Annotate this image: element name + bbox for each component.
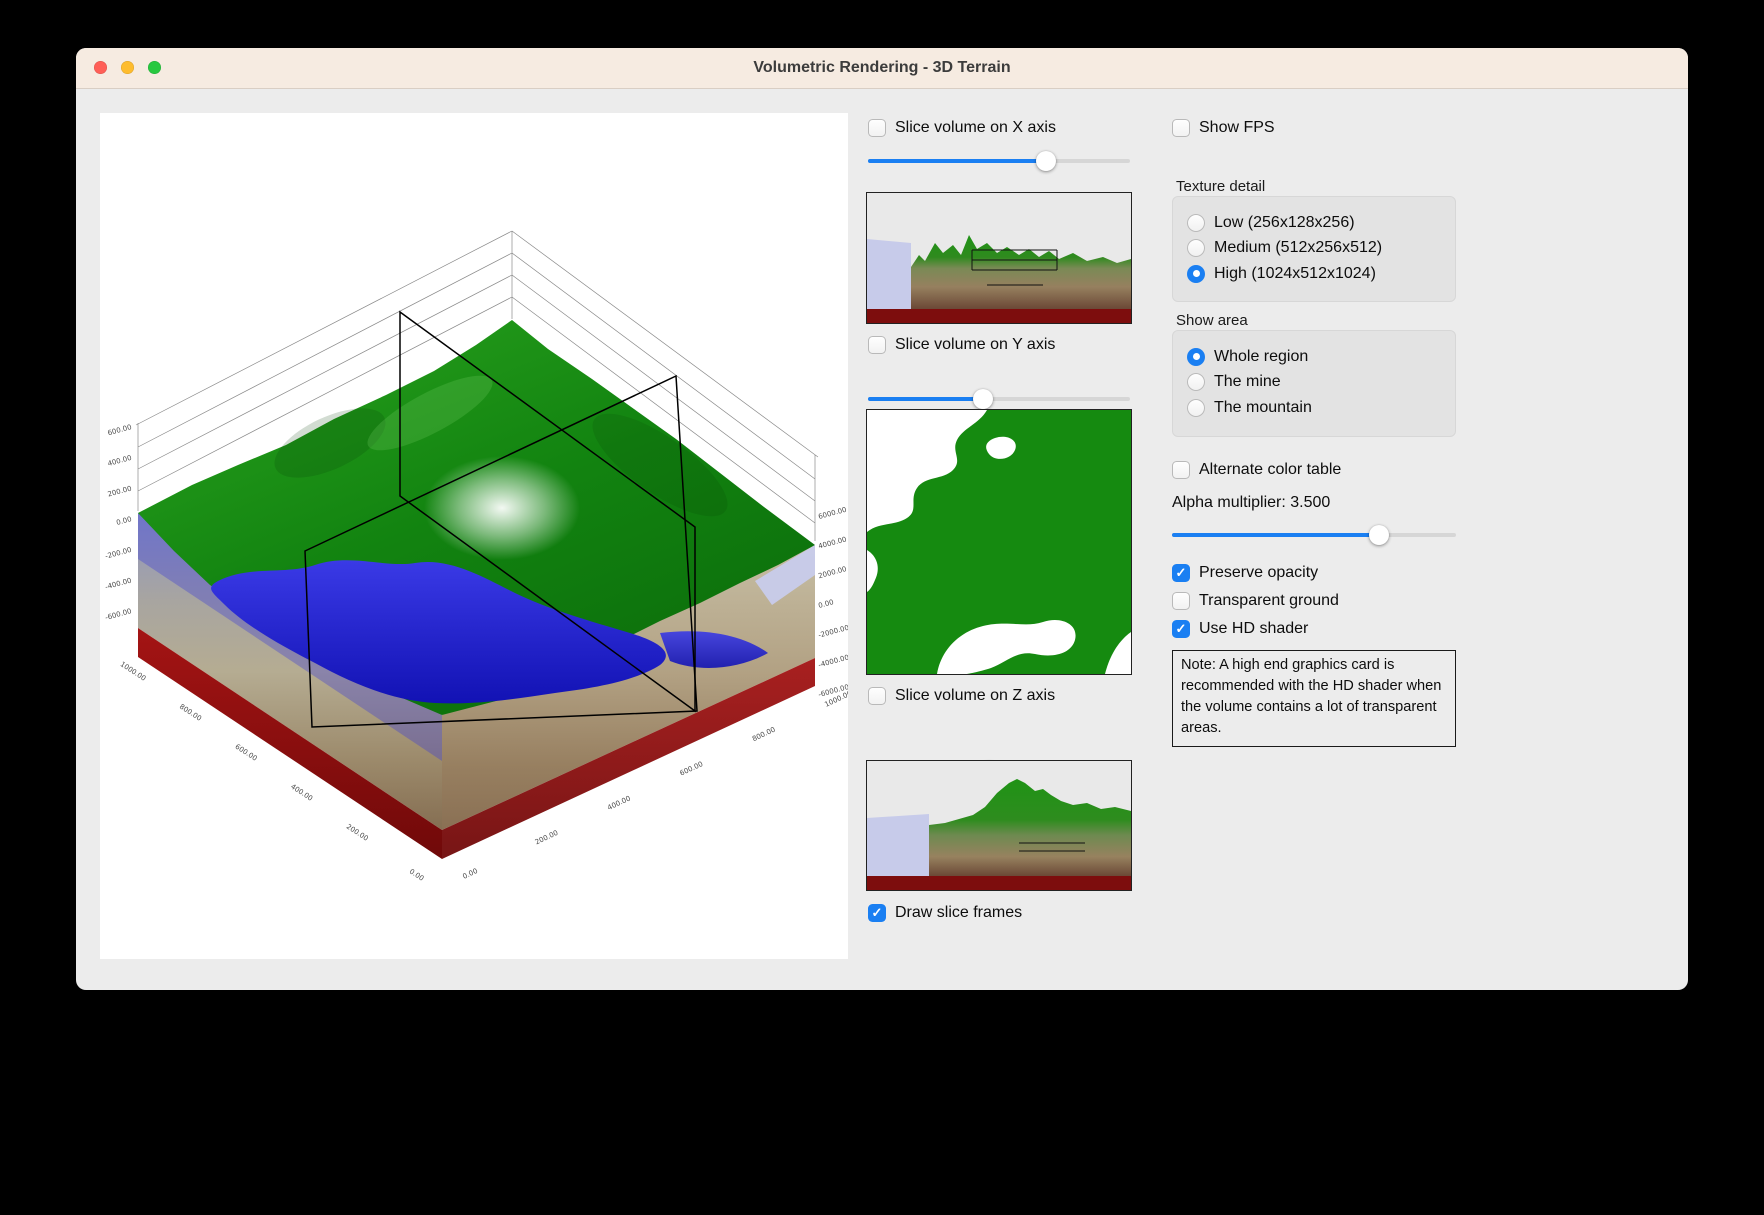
area-option-whole-region: Whole region [1187, 344, 1455, 370]
texture-low-label: Low (256x128x256) [1214, 214, 1355, 232]
preserve-opacity-row: Preserve opacity [1172, 561, 1318, 585]
slice-y-slider[interactable] [868, 389, 1130, 409]
svg-text:800.00: 800.00 [178, 703, 203, 723]
draw-slice-frames-checkbox[interactable] [868, 904, 886, 922]
svg-text:400.00: 400.00 [606, 794, 632, 812]
texture-detail-group: Low (256x128x256) Medium (512x256x512) H… [1172, 196, 1456, 302]
terrain-3d-view[interactable]: 600.00 400.00 200.00 0.00 -200.00 -400.00 -600… [100, 113, 848, 959]
use-hd-shader-row: Use HD shader [1172, 617, 1308, 641]
hd-shader-note: Note: A high end graphics card is recomm… [1172, 650, 1456, 747]
slice-z-label: Slice volume on Z axis [895, 687, 1055, 705]
svg-text:400.00: 400.00 [289, 783, 314, 803]
area-the-mountain-radio[interactable] [1187, 399, 1205, 417]
svg-text:-2000.00: -2000.00 [817, 624, 848, 640]
texture-high-label: High (1024x512x1024) [1214, 265, 1376, 283]
slice-y-label: Slice volume on Y axis [895, 336, 1055, 354]
slice-x-label: Slice volume on X axis [895, 119, 1056, 137]
slider-fill [868, 397, 983, 401]
alternate-color-table-checkbox[interactable] [1172, 461, 1190, 479]
options-column: Show FPS Texture detail Low (256x128x256… [1172, 48, 1456, 68]
svg-text:600.00: 600.00 [234, 743, 259, 763]
close-button[interactable] [94, 61, 107, 74]
svg-text:-600.00: -600.00 [104, 607, 132, 622]
show-fps-row: Show FPS [1172, 116, 1275, 140]
slider-thumb[interactable] [1369, 525, 1389, 545]
slider-fill [1172, 533, 1379, 537]
y-slice-preview [866, 409, 1132, 675]
use-hd-shader-label: Use HD shader [1199, 620, 1308, 638]
alternate-color-table-label: Alternate color table [1199, 461, 1341, 479]
transparent-ground-label: Transparent ground [1199, 592, 1339, 610]
svg-text:-4000.00: -4000.00 [817, 653, 848, 669]
slice-x-checkbox[interactable] [868, 119, 886, 137]
svg-text:0.00: 0.00 [115, 515, 132, 527]
svg-text:200.00: 200.00 [534, 829, 560, 847]
svg-text:600.00: 600.00 [107, 423, 133, 437]
svg-text:200.00: 200.00 [345, 823, 370, 843]
svg-text:0.00: 0.00 [461, 867, 479, 881]
texture-option-medium: Medium (512x256x512) [1187, 236, 1455, 262]
area-whole-region-label: Whole region [1214, 348, 1308, 366]
slice-z-checkbox[interactable] [868, 687, 886, 705]
svg-text:4000.00: 4000.00 [817, 535, 847, 550]
slice-controls-column: Slice volume on X axis [866, 48, 1132, 108]
alpha-multiplier-slider[interactable] [1172, 525, 1456, 545]
area-option-the-mine: The mine [1187, 370, 1455, 396]
alpha-multiplier-label: Alpha multiplier: 3.500 [1172, 494, 1330, 512]
svg-text:2000.00: 2000.00 [817, 565, 847, 580]
area-option-the-mountain: The mountain [1187, 395, 1455, 421]
svg-text:1000.00: 1000.00 [119, 660, 148, 682]
texture-low-radio[interactable] [1187, 214, 1205, 232]
texture-option-low: Low (256x128x256) [1187, 210, 1455, 236]
slider-thumb[interactable] [973, 389, 993, 409]
texture-high-radio[interactable] [1187, 265, 1205, 283]
svg-text:6000.00: 6000.00 [817, 506, 847, 521]
slider-fill [868, 159, 1046, 163]
area-the-mountain-label: The mountain [1214, 399, 1312, 417]
texture-option-high: High (1024x512x1024) [1187, 261, 1455, 287]
show-area-title: Show area [1176, 312, 1248, 329]
use-hd-shader-checkbox[interactable] [1172, 620, 1190, 638]
svg-text:800.00: 800.00 [751, 726, 777, 744]
slice-x-slider[interactable] [868, 151, 1130, 171]
show-fps-checkbox[interactable] [1172, 119, 1190, 137]
alternate-color-table-row: Alternate color table [1172, 458, 1341, 482]
slider-thumb[interactable] [1036, 151, 1056, 171]
slice-z-row: Slice volume on Z axis [868, 684, 1055, 708]
svg-text:600.00: 600.00 [679, 760, 705, 778]
desktop: { "window": { "title": "Volumetric Rende… [0, 0, 1764, 1215]
transparent-ground-row: Transparent ground [1172, 589, 1339, 613]
area-whole-region-radio[interactable] [1187, 348, 1205, 366]
texture-medium-radio[interactable] [1187, 239, 1205, 257]
terrain-3d-render: 600.00 400.00 200.00 0.00 -200.00 -400.00 -600… [100, 113, 848, 959]
x-slice-preview [866, 192, 1132, 324]
preserve-opacity-label: Preserve opacity [1199, 564, 1318, 582]
texture-detail-title: Texture detail [1176, 178, 1265, 195]
svg-text:0.00: 0.00 [408, 867, 425, 882]
area-the-mine-radio[interactable] [1187, 373, 1205, 391]
texture-medium-label: Medium (512x256x512) [1214, 239, 1382, 257]
transparent-ground-checkbox[interactable] [1172, 592, 1190, 610]
draw-slice-frames-label: Draw slice frames [895, 904, 1022, 922]
svg-text:200.00: 200.00 [107, 485, 133, 499]
preserve-opacity-checkbox[interactable] [1172, 564, 1190, 582]
slice-y-checkbox[interactable] [868, 336, 886, 354]
svg-text:400.00: 400.00 [107, 454, 133, 468]
show-fps-label: Show FPS [1199, 119, 1275, 137]
z-slice-preview [866, 760, 1132, 891]
svg-text:0.00: 0.00 [817, 598, 834, 610]
slice-y-row: Slice volume on Y axis [868, 333, 1055, 357]
slice-x-row: Slice volume on X axis [868, 116, 1056, 140]
area-the-mine-label: The mine [1214, 373, 1281, 391]
svg-text:-200.00: -200.00 [104, 546, 132, 561]
draw-slice-frames-row: Draw slice frames [868, 901, 1022, 925]
svg-text:-400.00: -400.00 [104, 577, 132, 592]
zoom-button[interactable] [148, 61, 161, 74]
minimize-button[interactable] [121, 61, 134, 74]
terrain-peak-highlight [424, 456, 580, 560]
show-area-group: Whole region The mine The mountain [1172, 330, 1456, 437]
app-window: Volumetric Rendering - 3D Terrain [76, 48, 1688, 990]
